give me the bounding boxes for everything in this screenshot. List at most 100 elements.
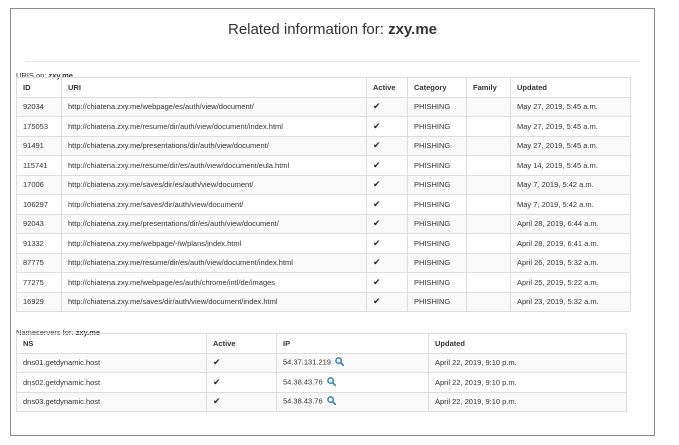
uri-id: 92034 (16, 96, 62, 117)
table-row: 92043 http://chiatena.zxy.me/presentation… (16, 213, 631, 234)
ns-updated: April 22, 2019, 9:10 p.m. (428, 352, 627, 373)
active-check-icon: ✔ (206, 352, 277, 373)
ns-ip-cell: 54.37.131.219 (276, 352, 429, 373)
ns-ip-cell: 54.38.43.76 (276, 372, 429, 393)
uri-family (466, 272, 511, 293)
table-row: dns03.getdynamic.host ✔ 54.38.43.76 April 2… (16, 391, 627, 412)
active-check-icon: ✔ (366, 116, 408, 137)
ns-header-row: NS Active IP Updated (16, 333, 627, 354)
uri-id: 91332 (16, 233, 62, 254)
uri-id: 87775 (16, 252, 62, 273)
ns-col-ip: IP (276, 333, 429, 354)
uri-link[interactable]: http://chiatena.zxy.me/webpage/es/auth/v… (61, 96, 367, 117)
active-check-icon: ✔ (366, 252, 408, 273)
table-row: 77275 http://chiatena.zxy.me/webpage/es/a… (16, 272, 631, 293)
uri-family (466, 291, 511, 312)
search-icon[interactable] (335, 357, 345, 368)
uri-updated: May 27, 2019, 5:45 a.m. (510, 135, 631, 156)
uri-category: PHISHING (407, 194, 467, 215)
ns-ip: 54.38.43.76 (283, 377, 323, 387)
table-row: dns02.getdynamic.host ✔ 54.38.43.76 April 2… (16, 372, 627, 393)
uri-updated: April 28, 2019, 6:44 a.m. (510, 213, 631, 234)
table-row: 17006 http://chiatena.zxy.me/saves/dir/es… (16, 174, 631, 195)
uris-col-uri: URI (61, 77, 367, 98)
uri-family (466, 233, 511, 254)
uri-family (466, 96, 511, 117)
active-check-icon: ✔ (206, 391, 277, 412)
title-domain: zxy.me (388, 21, 437, 38)
uris-header-row: ID URI Active Category Family Updated (16, 77, 631, 98)
active-check-icon: ✔ (366, 291, 408, 312)
uri-family (466, 116, 511, 137)
uris-col-active: Active (366, 77, 408, 98)
active-check-icon: ✔ (366, 96, 408, 117)
ns-col-active: Active (206, 333, 277, 354)
uri-updated: May 27, 2019, 5:45 a.m. (510, 116, 631, 137)
uri-id: 17006 (16, 174, 62, 195)
ns-table-body: dns01.getdynamic.host ✔ 54.37.131.219 April… (16, 352, 627, 412)
ns-col-updated: Updated (428, 333, 627, 354)
active-check-icon: ✔ (366, 155, 408, 176)
uri-id: 16929 (16, 291, 62, 312)
uri-link[interactable]: http://chiatena.zxy.me/presentations/dir… (61, 135, 367, 156)
uri-updated: April 26, 2019, 5:32 a.m. (510, 252, 631, 273)
uri-category: PHISHING (407, 213, 467, 234)
uri-family (466, 213, 511, 234)
table-row: 16929 http://chiatena.zxy.me/saves/dir/au… (16, 291, 631, 312)
uri-category: PHISHING (407, 272, 467, 293)
table-row: 175053 http://chiatena.zxy.me/resume/dir/… (16, 116, 631, 137)
table-row: 87775 http://chiatena.zxy.me/resume/dir/e… (16, 252, 631, 273)
uris-col-category: Category (407, 77, 467, 98)
uri-category: PHISHING (407, 96, 467, 117)
search-icon[interactable] (326, 396, 336, 407)
uri-category: PHISHING (407, 135, 467, 156)
uri-link[interactable]: http://chiatena.zxy.me/resume/dir/es/aut… (61, 155, 367, 176)
ns-ip: 54.38.43.76 (283, 396, 323, 406)
ns-updated: April 22, 2019, 9:10 p.m. (428, 372, 627, 393)
table-row: 115741 http://chiatena.zxy.me/resume/dir/… (16, 155, 631, 176)
uri-category: PHISHING (407, 233, 467, 254)
uri-link[interactable]: http://chiatena.zxy.me/saves/dir/auth/vi… (61, 291, 367, 312)
table-row: 91332 http://chiatena.zxy.me/webpage/-/w/… (16, 233, 631, 254)
modal-title: Related information for: zxy.me (11, 21, 654, 38)
uri-category: PHISHING (407, 291, 467, 312)
uris-table: ID URI Active Category Family Updated 92034 ht… (16, 77, 631, 312)
uri-link[interactable]: http://chiatena.zxy.me/webpage/es/auth/c… (61, 272, 367, 293)
uris-col-id: ID (16, 77, 62, 98)
uri-id: 175053 (16, 116, 62, 137)
active-check-icon: ✔ (206, 372, 277, 393)
uri-link[interactable]: http://chiatena.zxy.me/resume/dir/auth/v… (61, 116, 367, 137)
uri-link[interactable]: http://chiatena.zxy.me/saves/dir/es/auth… (61, 174, 367, 195)
uri-id: 77275 (16, 272, 62, 293)
active-check-icon: ✔ (366, 174, 408, 195)
uri-family (466, 194, 511, 215)
uri-updated: April 25, 2019, 5:22 a.m. (510, 272, 631, 293)
table-row: 91491 http://chiatena.zxy.me/presentation… (16, 135, 631, 156)
uri-id: 91491 (16, 135, 62, 156)
title-prefix: Related information for: (228, 21, 389, 38)
uri-id: 92043 (16, 213, 62, 234)
ns-name: dns01.getdynamic.host (16, 352, 207, 373)
uri-updated: May 14, 2019, 5:45 a.m. (510, 155, 631, 176)
active-check-icon: ✔ (366, 233, 408, 254)
uri-link[interactable]: http://chiatena.zxy.me/saves/dir/auth/vi… (61, 194, 367, 215)
uri-updated: April 28, 2019, 6:41 a.m. (510, 233, 631, 254)
active-check-icon: ✔ (366, 213, 408, 234)
ns-ip-cell: 54.38.43.76 (276, 391, 429, 412)
uri-family (466, 252, 511, 273)
uri-link[interactable]: http://chiatena.zxy.me/resume/dir/es/aut… (61, 252, 367, 273)
uris-table-body: 92034 http://chiatena.zxy.me/webpage/es/a… (16, 96, 631, 312)
uri-family (466, 174, 511, 195)
uri-family (466, 155, 511, 176)
table-row: 106297 http://chiatena.zxy.me/saves/dir/a… (16, 194, 631, 215)
ns-ip: 54.37.131.219 (283, 357, 331, 367)
active-check-icon: ✔ (366, 194, 408, 215)
uri-category: PHISHING (407, 155, 467, 176)
uri-category: PHISHING (407, 252, 467, 273)
uri-link[interactable]: http://chiatena.zxy.me/presentations/dir… (61, 213, 367, 234)
uris-col-family: Family (466, 77, 511, 98)
uri-id: 115741 (16, 155, 62, 176)
search-icon[interactable] (326, 376, 336, 388)
uri-link[interactable]: http://chiatena.zxy.me/webpage/-/w/plans… (61, 233, 367, 254)
uri-category: PHISHING (407, 174, 467, 195)
